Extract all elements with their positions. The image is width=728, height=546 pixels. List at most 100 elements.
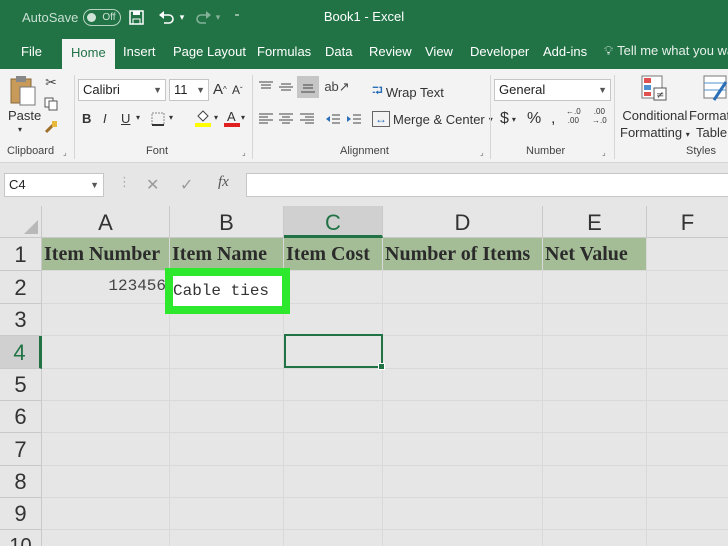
copy-icon[interactable] xyxy=(42,95,60,113)
cell-e3[interactable] xyxy=(543,304,647,336)
cell-c2[interactable] xyxy=(284,271,383,304)
tab-page-layout[interactable]: Page Layout xyxy=(173,43,246,69)
font-size-combo[interactable]: 11 ▼ xyxy=(169,79,209,101)
italic-icon[interactable]: I xyxy=(103,111,107,126)
format-painter-icon[interactable] xyxy=(42,118,60,136)
cell-f10[interactable] xyxy=(647,530,728,546)
cell-d3[interactable] xyxy=(383,304,543,336)
cell-d1[interactable]: Number of Items xyxy=(383,238,543,271)
clipboard-launcher-icon[interactable]: ⌟ xyxy=(63,148,67,157)
cell-f2[interactable] xyxy=(647,271,728,304)
active-cell-c4[interactable] xyxy=(284,334,385,370)
column-header-c[interactable]: C xyxy=(284,206,383,238)
column-header-f[interactable]: F xyxy=(647,206,728,238)
cell-e2[interactable] xyxy=(543,271,647,304)
align-center-icon[interactable] xyxy=(278,111,294,127)
column-header-d[interactable]: D xyxy=(383,206,543,238)
cell-c3[interactable] xyxy=(284,304,383,336)
increase-indent-icon[interactable] xyxy=(346,111,362,127)
cut-icon[interactable]: ✂ xyxy=(42,73,60,91)
align-right-icon[interactable] xyxy=(299,111,315,127)
cell-d6[interactable] xyxy=(383,401,543,433)
cell-b4[interactable] xyxy=(170,336,284,369)
wrap-text-button[interactable]: ⮒ Wrap Text xyxy=(372,80,444,104)
fill-color-dropdown-icon[interactable]: ▾ xyxy=(214,113,218,122)
paste-button[interactable]: Paste xyxy=(8,108,41,123)
cell-c6[interactable] xyxy=(284,401,383,433)
cell-f8[interactable] xyxy=(647,466,728,498)
cell-e5[interactable] xyxy=(543,369,647,401)
cell-a3[interactable] xyxy=(42,304,170,336)
row-header-10[interactable]: 10 xyxy=(0,530,42,546)
cell-a5[interactable] xyxy=(42,369,170,401)
tab-developer[interactable]: Developer xyxy=(470,43,529,69)
row-header-8[interactable]: 8 xyxy=(0,466,42,498)
cell-d9[interactable] xyxy=(383,498,543,530)
cell-e10[interactable] xyxy=(543,530,647,546)
cell-f4[interactable] xyxy=(647,336,728,369)
column-header-e[interactable]: E xyxy=(543,206,647,238)
cell-c5[interactable] xyxy=(284,369,383,401)
cell-a4[interactable] xyxy=(42,336,170,369)
increase-font-icon[interactable]: A ^ xyxy=(213,81,227,98)
paste-icon[interactable] xyxy=(8,73,38,109)
cell-f7[interactable] xyxy=(647,433,728,466)
number-launcher-icon[interactable]: ⌟ xyxy=(602,148,606,157)
cell-e8[interactable] xyxy=(543,466,647,498)
cell-f6[interactable] xyxy=(647,401,728,433)
formula-input[interactable] xyxy=(246,173,728,197)
cell-e4[interactable] xyxy=(543,336,647,369)
increase-decimal-icon[interactable]: ←.0.00 xyxy=(566,107,581,125)
row-header-3[interactable]: 3 xyxy=(0,304,42,336)
alignment-launcher-icon[interactable]: ⌟ xyxy=(480,148,484,157)
align-bottom-icon[interactable] xyxy=(297,76,319,98)
tab-file[interactable]: File xyxy=(21,43,42,69)
cell-e1[interactable]: Net Value xyxy=(543,238,647,271)
align-top-icon[interactable] xyxy=(258,79,274,95)
cell-e6[interactable] xyxy=(543,401,647,433)
tab-data[interactable]: Data xyxy=(325,43,352,69)
paste-dropdown-icon[interactable]: ▾ xyxy=(18,125,22,134)
cell-e9[interactable] xyxy=(543,498,647,530)
cell-d10[interactable] xyxy=(383,530,543,546)
number-format-combo[interactable]: General ▼ xyxy=(494,79,611,101)
tab-review[interactable]: Review xyxy=(369,43,412,69)
bold-icon[interactable]: B xyxy=(82,111,91,126)
borders-icon[interactable] xyxy=(148,109,168,129)
cell-b6[interactable] xyxy=(170,401,284,433)
decrease-font-icon[interactable]: Aˇ xyxy=(232,83,243,97)
insert-function-icon[interactable]: fx xyxy=(218,174,229,191)
cell-c7[interactable] xyxy=(284,433,383,466)
tab-insert[interactable]: Insert xyxy=(123,43,156,69)
decrease-indent-icon[interactable] xyxy=(325,111,341,127)
cell-d2[interactable] xyxy=(383,271,543,304)
tab-add-ins[interactable]: Add-ins xyxy=(543,43,587,69)
cancel-entry-icon[interactable]: ✕ xyxy=(146,175,159,195)
font-name-combo[interactable]: Calibri ▼ xyxy=(78,79,166,101)
cell-c8[interactable] xyxy=(284,466,383,498)
row-header-4[interactable]: 4 xyxy=(0,336,42,369)
confirm-entry-icon[interactable]: ✓ xyxy=(180,175,193,195)
underline-icon[interactable]: U xyxy=(121,111,130,126)
orientation-icon[interactable]: ab↗ xyxy=(324,78,349,96)
cell-b1[interactable]: Item Name xyxy=(170,238,284,271)
cell-a2[interactable]: 123456 xyxy=(42,271,170,304)
column-header-a[interactable]: A xyxy=(42,206,170,238)
cell-f1[interactable] xyxy=(647,238,728,271)
cell-a1[interactable]: Item Number xyxy=(42,238,170,271)
font-launcher-icon[interactable]: ⌟ xyxy=(242,148,246,157)
column-header-b[interactable]: B xyxy=(170,206,284,238)
cell-b8[interactable] xyxy=(170,466,284,498)
cell-a9[interactable] xyxy=(42,498,170,530)
cell-d4[interactable] xyxy=(383,336,543,369)
row-header-9[interactable]: 9 xyxy=(0,498,42,530)
cell-c9[interactable] xyxy=(284,498,383,530)
cell-c1[interactable]: Item Cost xyxy=(284,238,383,271)
cell-d7[interactable] xyxy=(383,433,543,466)
row-header-5[interactable]: 5 xyxy=(0,369,42,401)
cell-b9[interactable] xyxy=(170,498,284,530)
cell-b10[interactable] xyxy=(170,530,284,546)
cell-a7[interactable] xyxy=(42,433,170,466)
font-color-icon[interactable]: A xyxy=(223,107,241,129)
comma-style-icon[interactable]: , xyxy=(551,110,555,128)
